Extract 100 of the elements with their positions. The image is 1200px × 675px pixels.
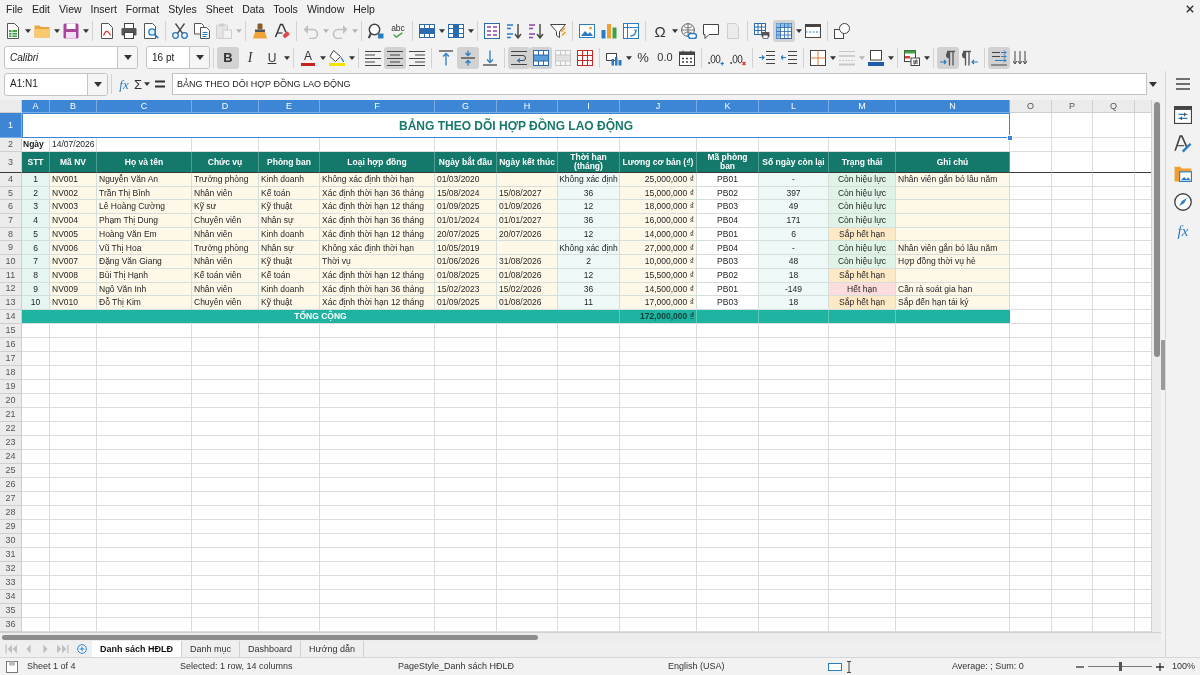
menu-item[interactable]: Tools [269, 3, 302, 15]
copy-icon[interactable] [194, 23, 210, 39]
special-character-button[interactable]: Ω [649, 20, 671, 42]
column-header[interactable]: L [759, 100, 829, 113]
calendar-icon[interactable] [679, 49, 695, 66]
sidebar-handle-icon[interactable] [1161, 340, 1165, 390]
borders-icon[interactable] [810, 49, 826, 66]
column-header[interactable]: E [259, 100, 320, 113]
column-header[interactable]: C [97, 100, 192, 113]
underline-button[interactable]: U [261, 46, 283, 69]
column-header[interactable]: F [320, 100, 435, 113]
formula-input[interactable]: BẢNG THEO DÕI HỢP ĐỒNG LAO ĐỘNG [172, 73, 1147, 95]
scrollbar-thumb[interactable] [2, 634, 538, 640]
row-header[interactable]: 7 [0, 214, 22, 228]
text-cursor-icon[interactable] [846, 660, 852, 673]
split-window-icon[interactable] [805, 23, 821, 39]
column-header[interactable]: D [192, 100, 259, 113]
caret-icon[interactable] [438, 29, 445, 33]
row-header[interactable]: 6 [0, 200, 22, 215]
column-header[interactable]: A [22, 100, 50, 113]
save-icon[interactable] [63, 23, 79, 39]
font-size-combobox[interactable]: 16 pt [146, 46, 210, 69]
clear-formatting-icon[interactable] [274, 23, 290, 39]
globe-link-icon[interactable] [681, 23, 697, 39]
merge-center-button[interactable] [530, 46, 552, 69]
function-wizard-button[interactable]: fx [115, 74, 133, 94]
caret-icon[interactable] [24, 29, 31, 33]
pilcrow-right-button[interactable] [937, 46, 959, 69]
caret-icon[interactable] [923, 55, 930, 60]
caret-icon[interactable] [887, 55, 894, 60]
close-icon[interactable] [1186, 5, 1194, 13]
dropdown-button[interactable] [117, 47, 137, 68]
caret-icon[interactable] [143, 82, 150, 86]
number-format-button[interactable]: 0.0 [654, 46, 676, 69]
caret-icon[interactable] [795, 29, 802, 33]
print-preview-icon[interactable] [143, 23, 159, 39]
equals-icon[interactable] [155, 80, 165, 88]
styles-icon[interactable] [1174, 135, 1192, 153]
filter-icon[interactable] [550, 23, 566, 39]
print-area-icon[interactable] [754, 23, 770, 39]
column-header[interactable]: O [1010, 100, 1052, 113]
row-header[interactable]: 10 [0, 255, 22, 269]
new-spreadsheet-icon[interactable] [5, 23, 21, 39]
row-header[interactable]: 9 [0, 241, 22, 256]
menu-item[interactable]: Styles [164, 3, 201, 15]
pivot-table-icon[interactable] [623, 23, 639, 39]
menu-item[interactable]: Data [238, 3, 269, 15]
horizontal-scrollbar[interactable] [0, 632, 1161, 641]
spelling-button[interactable]: abc [387, 20, 409, 42]
sort-ascending-icon[interactable] [506, 23, 522, 39]
document-icon[interactable] [6, 660, 18, 673]
italic-button[interactable]: I [239, 46, 261, 69]
sort-descending-icon[interactable] [528, 23, 544, 39]
column-header[interactable]: G [435, 100, 497, 113]
properties-icon[interactable] [1174, 106, 1192, 124]
unmerge-cells-icon[interactable] [577, 49, 593, 66]
column-header[interactable]: I [558, 100, 620, 113]
table-columns-icon[interactable] [448, 23, 464, 39]
caret-icon[interactable] [1149, 81, 1157, 87]
row-header[interactable]: 1 [0, 113, 22, 138]
menu-item[interactable]: Sheet [201, 3, 238, 15]
dropdown-button[interactable] [87, 73, 107, 95]
font-color-button[interactable]: A [297, 46, 319, 69]
caret-icon[interactable] [319, 55, 326, 60]
wrap-text-button[interactable] [508, 46, 530, 69]
pdf-icon[interactable] [99, 23, 115, 39]
table-rows-icon[interactable] [419, 23, 435, 39]
sum-button[interactable]: Σ [133, 74, 143, 94]
caret-icon[interactable] [53, 29, 60, 33]
font-name-combobox[interactable]: Calibri [4, 46, 138, 69]
print-icon[interactable] [121, 23, 137, 39]
conditional-format-icon[interactable] [904, 49, 920, 66]
comment-icon[interactable] [703, 23, 719, 39]
zoom-in-icon[interactable] [1156, 662, 1164, 671]
bar-chart-icon[interactable] [601, 23, 617, 39]
caret-icon[interactable] [283, 55, 290, 60]
dropdown-button[interactable] [189, 47, 209, 68]
column-header[interactable]: J [620, 100, 697, 113]
find-replace-icon[interactable] [368, 23, 384, 39]
gallery-icon[interactable] [1174, 164, 1192, 182]
row-header[interactable]: 3 [0, 152, 22, 173]
align-middle-button[interactable] [457, 46, 479, 69]
slider-thumb[interactable] [1118, 662, 1122, 671]
column-header[interactable]: K [697, 100, 759, 113]
menu-icon[interactable] [1175, 76, 1191, 92]
column-header[interactable]: M [829, 100, 896, 113]
column-header[interactable]: B [50, 100, 97, 113]
column-header[interactable]: H [497, 100, 558, 113]
scrollbar-thumb[interactable] [1153, 102, 1160, 357]
vertical-scrollbar[interactable] [1151, 100, 1161, 632]
freeze-button[interactable] [773, 20, 795, 42]
caret-icon[interactable] [671, 29, 678, 33]
row-header[interactable]: 13 [0, 296, 22, 310]
name-box[interactable]: A1:N1 [4, 72, 108, 96]
menu-item[interactable]: Window [302, 3, 349, 15]
caret-icon[interactable] [625, 55, 632, 60]
menu-item[interactable]: File [2, 3, 27, 15]
menu-item[interactable]: Help [349, 3, 379, 15]
functions-button[interactable]: fx [1173, 222, 1193, 240]
row-header[interactable]: 4 [0, 173, 22, 187]
